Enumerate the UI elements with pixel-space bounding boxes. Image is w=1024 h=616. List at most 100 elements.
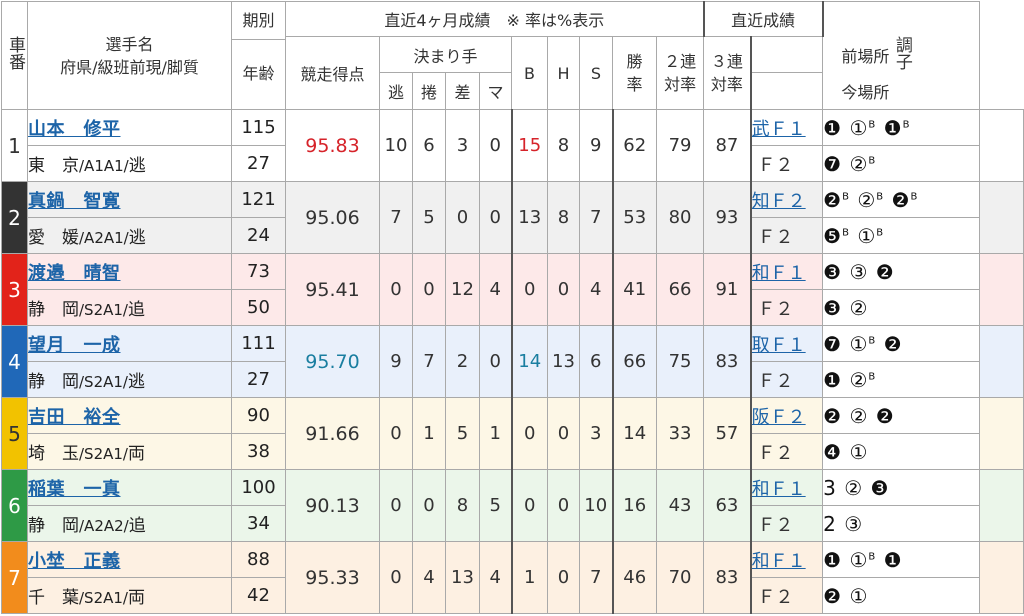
racer-row: 1 山本 修平 115 95.83 10 6 3 0 15 8 9 62 79 87 武Ｆ１ ❶ ①B ❶B [1, 109, 1024, 182]
result-mark-sup: B [868, 550, 877, 562]
racer-name-cell: 渡邉 晴智 [27, 253, 232, 290]
racer-name-link[interactable]: 望月 一成 [29, 335, 121, 356]
result-mark: ❶ [823, 547, 843, 572]
stat-ren2: 75 [655, 325, 705, 398]
result-mark: ❼ [823, 151, 843, 176]
prev-venue-link[interactable]: 和Ｆ１ [753, 479, 806, 500]
cur-venue: Ｆ２ [749, 433, 824, 470]
racer-name-link[interactable]: 真鍋 智寛 [29, 191, 121, 212]
racer-pref-grade: 静 岡/S2A1/逃 [27, 361, 232, 398]
result-mark: ❹ [823, 439, 843, 464]
stat-s: 7 [579, 541, 614, 614]
stat-mark: 4 [479, 253, 513, 326]
racer-name-link[interactable]: 小埜 正義 [29, 551, 121, 572]
header-kimarite: 決まり手 [379, 36, 512, 73]
racer-style: 逃 [128, 228, 146, 248]
prev-venue-link[interactable]: 和Ｆ１ [753, 263, 806, 284]
header-recent: 直近成績 [702, 1, 824, 37]
racer-name-cell: 真鍋 智寛 [27, 181, 232, 218]
stat-s: 6 [579, 325, 614, 398]
stat-b: 0 [511, 253, 548, 326]
result-mark: ❼ [823, 331, 843, 356]
prev-venue-link[interactable]: 和Ｆ１ [753, 551, 806, 572]
header-mark: マ [479, 72, 512, 110]
result-mark-sup: B [910, 190, 919, 202]
racer-name-cell: 吉田 裕全 [27, 397, 232, 434]
stat-makuri: 0 [412, 253, 446, 326]
racer-pref-grade: 東 京/A1A1/逃 [27, 145, 232, 182]
header-nige: 逃 [379, 72, 413, 110]
car-number: 4 [1, 325, 28, 398]
result-mark-sup: B [842, 226, 850, 238]
prev-venue: 和Ｆ１ [749, 541, 824, 578]
result-mark-sup: B [868, 118, 877, 130]
racer-grade: /S2A1/ [79, 301, 128, 319]
stat-ren3: 63 [703, 469, 752, 542]
stat-ren2: 66 [655, 253, 705, 326]
prev-venue: 和Ｆ１ [749, 253, 824, 290]
stat-b: 0 [511, 397, 548, 470]
stat-h: 13 [547, 325, 580, 398]
result-mark-sup: B [876, 226, 885, 238]
racer-score: 95.33 [285, 541, 380, 614]
racer-pref: 静 岡 [28, 372, 80, 392]
header-b: B [511, 36, 548, 110]
prev-venue-link[interactable]: 阪Ｆ２ [753, 407, 806, 428]
stat-sashi: 5 [445, 397, 480, 470]
racer-style: 逃 [127, 372, 145, 392]
cur-venue-label: Ｆ２ [751, 370, 794, 392]
prev-venue-link[interactable]: 知Ｆ２ [753, 191, 806, 212]
result-mark: ① [849, 115, 869, 140]
racer-name-link[interactable]: 稲葉 一真 [29, 479, 121, 500]
result-mark: ❷ [875, 403, 895, 428]
cur-venue: Ｆ２ [749, 145, 824, 182]
result-mark-sup: B [876, 190, 885, 202]
header-h: H [547, 36, 580, 110]
prev-venue-link[interactable]: 武Ｆ１ [753, 119, 806, 140]
cur-venue-label: Ｆ２ [751, 442, 794, 464]
stat-win-rate: 62 [612, 109, 657, 182]
stat-makuri: 4 [412, 541, 446, 614]
racer-row: 3 渡邉 晴智 73 95.41 0 0 12 4 0 0 4 41 66 91 和Ｆ１ ❸ ③ ❷ [1, 253, 1024, 326]
prev-venue-link[interactable]: 取Ｆ１ [753, 335, 806, 356]
racer-grade: /A2A2/ [79, 517, 129, 535]
racer-period: 90 [231, 397, 286, 434]
racer-name-cell: 山本 修平 [27, 109, 232, 146]
stat-mark: 0 [479, 181, 513, 254]
stat-s: 9 [579, 109, 614, 182]
cur-venue-label: Ｆ２ [751, 514, 794, 536]
result-mark: 2 [823, 511, 837, 536]
racer-name-link[interactable]: 吉田 裕全 [29, 407, 121, 428]
racer-pref-grade: 千 葉/S2A1/両 [27, 577, 232, 614]
header-ren2: ２連 対率 [655, 36, 705, 110]
racer-score: 95.83 [285, 109, 380, 182]
car-number: 2 [1, 181, 28, 254]
header-car-no: 車番 [1, 1, 28, 110]
result-mark: ② [849, 151, 869, 176]
condition-cell [979, 397, 1024, 470]
racer-name-link[interactable]: 山本 修平 [29, 119, 121, 140]
stat-b: 13 [511, 181, 548, 254]
racer-pref: 千 葉 [28, 588, 80, 608]
racer-name-link[interactable]: 渡邉 晴智 [29, 263, 121, 284]
result-mark: ① [857, 223, 877, 248]
stat-ren2: 33 [655, 397, 705, 470]
header-sashi: 差 [445, 72, 480, 110]
cur-results: ❺B ①B [822, 217, 981, 254]
racer-pref: 静 岡 [28, 516, 80, 536]
racer-pref-grade: 埼 玉/S2A1/両 [27, 433, 232, 470]
racer-grade: /S2A1/ [79, 445, 128, 463]
prev-venue: 和Ｆ１ [749, 469, 824, 506]
prev-results: ❷ ② ❷ [822, 397, 981, 434]
result-mark-sup: B [842, 190, 850, 202]
result-mark: ③ [849, 259, 869, 284]
header-racer: 選手名 府県/級班前現/脚質 [27, 1, 232, 110]
racer-period: 88 [231, 541, 286, 578]
racer-period: 121 [231, 181, 286, 218]
stat-b: 15 [511, 109, 548, 182]
racer-style: 逃 [128, 156, 146, 176]
stat-nige: 10 [379, 109, 413, 182]
condition-cell [979, 109, 1024, 182]
car-number: 3 [1, 253, 28, 326]
table-header: 車番 選手名 府県/級班前現/脚質 期別 年齢 直近4ヶ月成績 ※ 率は%表示 直近… [1, 1, 1024, 110]
